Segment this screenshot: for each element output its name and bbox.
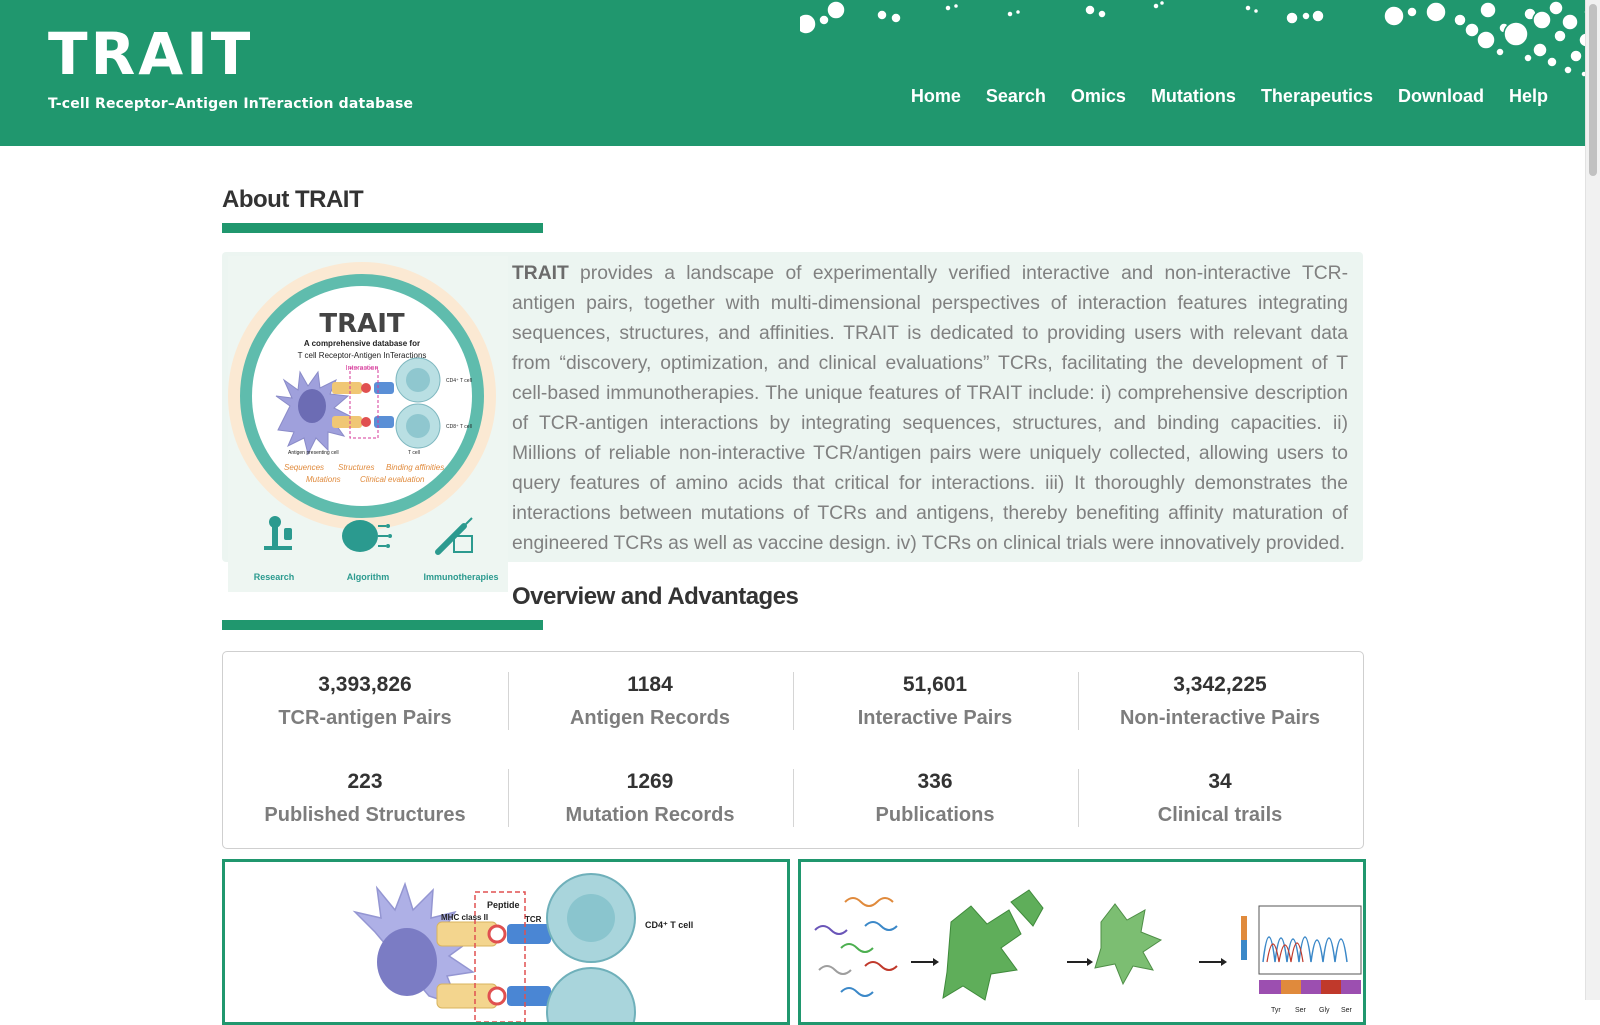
site-header: TRAIT T-cell Receptor–Antigen InTeractio… bbox=[0, 0, 1600, 146]
figure-icon-research: Research bbox=[254, 572, 295, 582]
stat-non-interactive-pairs: 3,342,225 Non-interactive Pairs bbox=[1078, 673, 1362, 730]
figure-apc: Antigen presenting cell bbox=[288, 450, 339, 456]
logo-subtitle: T-cell Receptor–Antigen InTeraction data… bbox=[48, 96, 414, 112]
stat-value: 1269 bbox=[626, 770, 674, 793]
stat-interactive-pairs: 51,601 Interactive Pairs bbox=[793, 673, 1077, 730]
nav-mutations[interactable]: Mutations bbox=[1151, 86, 1236, 107]
figure-cd8: CD8⁺ T cell bbox=[446, 424, 472, 430]
figure-feature-structures: Structures bbox=[338, 463, 374, 472]
card-gly-label: Gly bbox=[1319, 1007, 1330, 1014]
tcr-mhc-illustration: Peptide MHC class II TCR CD4⁺ T cell bbox=[352, 873, 693, 1022]
stat-value: 336 bbox=[917, 770, 953, 793]
stat-value: 3,342,225 bbox=[1173, 673, 1267, 696]
microscope-icon bbox=[264, 516, 292, 550]
card-tcr-label: TCR bbox=[525, 915, 542, 924]
stat-value: 223 bbox=[347, 770, 383, 793]
stat-clinical-trails: 34 Clinical trails bbox=[1078, 770, 1362, 827]
card-ser2-label: Ser bbox=[1341, 1007, 1353, 1014]
stat-label: Published Structures bbox=[264, 804, 466, 826]
figure-feature-sequences: Sequences bbox=[284, 463, 324, 472]
about-body: provides a landscape of experimentally v… bbox=[512, 263, 1348, 554]
stat-mutation-records: 1269 Mutation Records bbox=[508, 770, 792, 827]
about-description: TRAIT provides a landscape of experiment… bbox=[512, 259, 1348, 559]
figure-subtitle1: A comprehensive database for bbox=[304, 339, 420, 348]
card-peptide-label: Peptide bbox=[487, 900, 520, 910]
stat-antigen-records: 1184 Antigen Records bbox=[508, 673, 792, 730]
main-nav: Home Search Omics Mutations Therapeutics… bbox=[886, 86, 1548, 107]
figure-subtitle2: T cell Receptor-Antigen InTeractions bbox=[298, 351, 427, 360]
stat-value: 1184 bbox=[627, 673, 673, 696]
page-scrollbar[interactable] bbox=[1585, 0, 1600, 1000]
pipeline-illustration: Tyr Ser Gly Ser bbox=[814, 889, 1362, 1014]
stat-label: Publications bbox=[875, 804, 995, 826]
figure-feature-binding: Binding affinities bbox=[386, 463, 444, 472]
cell-bubbles-decoration bbox=[800, 0, 1600, 78]
stat-label: Non-interactive Pairs bbox=[1119, 707, 1321, 729]
syringe-icon bbox=[435, 517, 473, 555]
figure-title: TRAIT bbox=[319, 309, 405, 339]
scrollbar-thumb[interactable] bbox=[1589, 4, 1597, 176]
stat-label: TCR-antigen Pairs bbox=[278, 707, 452, 729]
about-figure: TRAIT A comprehensive database for T cel… bbox=[228, 256, 508, 592]
stats-panel: 3,393,826 TCR-antigen Pairs 1184 Antigen… bbox=[222, 651, 1364, 849]
stat-tcr-antigen-pairs: 3,393,826 TCR-antigen Pairs bbox=[223, 673, 507, 730]
feature-card-pipeline[interactable]: Tyr Ser Gly Ser bbox=[798, 859, 1366, 1025]
about-lead: TRAIT bbox=[512, 263, 569, 284]
figure-cd4: CD4⁺ T cell bbox=[446, 378, 472, 384]
about-title-underline bbox=[222, 223, 543, 233]
card-cd4-label: CD4⁺ T cell bbox=[645, 920, 693, 930]
nav-therapeutics[interactable]: Therapeutics bbox=[1261, 86, 1373, 107]
figure-feature-clinical: Clinical evaluation bbox=[360, 475, 425, 484]
nav-download[interactable]: Download bbox=[1398, 86, 1484, 107]
nav-help[interactable]: Help bbox=[1509, 86, 1548, 107]
stat-label: Antigen Records bbox=[569, 707, 731, 729]
stat-published-structures: 223 Published Structures bbox=[223, 770, 507, 827]
feature-card-interaction[interactable]: Peptide MHC class II TCR CD4⁺ T cell bbox=[222, 859, 790, 1025]
stat-value: 3,393,826 bbox=[318, 673, 412, 696]
card-ser-label: Ser bbox=[1295, 1007, 1307, 1014]
figure-icon-immunotherapies: Immunotherapies bbox=[423, 572, 498, 582]
stat-value: 34 bbox=[1208, 770, 1232, 793]
stat-label: Mutation Records bbox=[565, 804, 735, 826]
figure-tcell: T cell bbox=[408, 450, 420, 456]
card-tyr-label: Tyr bbox=[1271, 1007, 1281, 1014]
site-logo[interactable]: TRAIT T-cell Receptor–Antigen InTeractio… bbox=[48, 24, 413, 112]
stat-label: Clinical trails bbox=[1157, 804, 1283, 826]
overview-title-underline bbox=[222, 620, 543, 630]
card-mhc-label: MHC class II bbox=[441, 913, 488, 922]
stat-publications: 336 Publications bbox=[793, 770, 1077, 827]
trait-overview-figure: TRAIT A comprehensive database for T cel… bbox=[228, 262, 499, 582]
nav-omics[interactable]: Omics bbox=[1071, 86, 1126, 107]
stat-value: 51,601 bbox=[902, 673, 968, 696]
logo-title: TRAIT bbox=[48, 20, 254, 88]
figure-icon-algorithm: Algorithm bbox=[347, 572, 390, 582]
nav-search[interactable]: Search bbox=[986, 86, 1046, 107]
about-title: About TRAIT bbox=[222, 186, 364, 213]
figure-feature-mutations: Mutations bbox=[306, 475, 341, 484]
stat-label: Interactive Pairs bbox=[857, 707, 1013, 729]
nav-home[interactable]: Home bbox=[911, 86, 961, 107]
overview-title: Overview and Advantages bbox=[512, 583, 799, 610]
